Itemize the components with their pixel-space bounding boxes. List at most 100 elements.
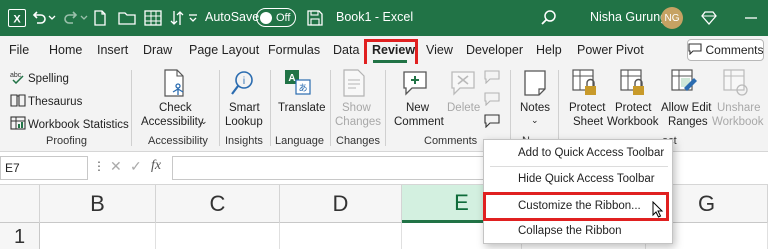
column-header-b[interactable]: B — [40, 185, 156, 223]
group-divider — [385, 70, 386, 146]
tab-power-pivot[interactable]: Power Pivot — [577, 43, 644, 57]
translate-button[interactable]: Translate — [278, 101, 326, 115]
thesaurus-button[interactable]: Thesaurus — [28, 95, 82, 109]
group-divider — [219, 70, 220, 146]
show-changes-label-2[interactable]: Changes — [335, 115, 381, 129]
new-file-icon[interactable] — [92, 6, 108, 30]
toggle-knob — [260, 11, 272, 24]
show-changes-label-1[interactable]: Show — [342, 101, 371, 115]
new-comment-label-2[interactable]: Comment — [394, 115, 444, 129]
group-divider — [558, 70, 559, 146]
chevron-down-icon[interactable] — [80, 6, 88, 30]
show-changes-icon — [341, 68, 369, 101]
spelling-button[interactable]: Spelling — [28, 72, 69, 86]
unshare-workbook-label-1[interactable]: Unshare — [717, 101, 760, 115]
protect-sheet-label-2[interactable]: Sheet — [573, 115, 603, 129]
group-divider — [510, 70, 511, 146]
notes-icon — [522, 68, 548, 101]
next-comment-icon[interactable] — [484, 92, 500, 109]
cancel-icon[interactable]: ✕ — [110, 158, 122, 175]
undo-icon[interactable] — [30, 6, 48, 30]
smart-lookup-icon: i — [229, 68, 255, 101]
group-label-insights: Insights — [225, 135, 263, 147]
previous-comment-icon[interactable] — [484, 70, 500, 87]
save-icon[interactable] — [306, 6, 324, 30]
excel-app-icon: X — [6, 6, 28, 30]
unshare-workbook-label-2[interactable]: Workbook — [712, 115, 764, 129]
group-divider — [131, 70, 132, 146]
tab-insert[interactable]: Insert — [97, 43, 128, 57]
menu-item-add-to-qat[interactable]: Add to Quick Access Toolbar — [518, 147, 664, 159]
tab-developer[interactable]: Developer — [466, 43, 523, 57]
tab-draw[interactable]: Draw — [143, 43, 172, 57]
cell[interactable] — [40, 223, 156, 249]
customize-ribbon-highlight — [483, 192, 669, 221]
svg-text:i: i — [243, 76, 245, 87]
diamond-icon[interactable] — [700, 6, 718, 30]
group-divider — [330, 70, 331, 146]
workbook-statistics-button[interactable]: Workbook Statistics — [28, 118, 129, 132]
allow-edit-ranges-icon — [670, 68, 698, 101]
delete-comment-button[interactable]: Delete — [447, 101, 480, 115]
protect-sheet-icon — [571, 68, 599, 101]
customize-qat-icon[interactable] — [188, 6, 198, 30]
translate-icon: Aあ — [284, 68, 312, 101]
title-bar: X AutoSave Off Book1 - Excel Nisha Gurun… — [0, 0, 768, 36]
open-folder-icon[interactable] — [118, 6, 136, 30]
chevron-down-icon[interactable]: ⌄ — [531, 113, 539, 127]
smart-lookup-label-1[interactable]: Smart — [229, 101, 260, 115]
spelling-icon: abc — [10, 70, 26, 87]
column-header-c[interactable]: C — [156, 185, 280, 223]
group-label-language: Language — [275, 135, 324, 147]
select-all-corner[interactable] — [0, 185, 40, 223]
protect-workbook-label-2[interactable]: Workbook — [607, 115, 659, 129]
row-header-1[interactable]: 1 — [0, 223, 40, 249]
check-accessibility-label-2[interactable]: Accessibility — [141, 115, 204, 129]
tab-formulas[interactable]: Formulas — [268, 43, 320, 57]
smart-lookup-label-2[interactable]: Lookup — [225, 115, 263, 129]
check-accessibility-icon — [162, 68, 188, 101]
insert-function-icon[interactable]: fx — [151, 158, 161, 174]
check-accessibility-label-1[interactable]: Check — [159, 101, 192, 115]
tab-home[interactable]: Home — [49, 43, 82, 57]
sort-icon[interactable] — [170, 6, 184, 30]
tab-help[interactable]: Help — [536, 43, 562, 57]
avatar[interactable]: NG — [661, 7, 683, 29]
menu-item-collapse-ribbon[interactable]: Collapse the Ribbon — [518, 225, 622, 237]
search-icon[interactable] — [540, 6, 558, 30]
cell[interactable] — [156, 223, 280, 249]
more-options-icon[interactable]: ⋮ — [93, 159, 105, 173]
comments-button[interactable]: Comments — [687, 39, 764, 61]
tab-data[interactable]: Data — [333, 43, 359, 57]
protect-workbook-icon — [619, 68, 647, 101]
allow-edit-ranges-label-2[interactable]: Ranges — [668, 115, 708, 129]
user-name: Nisha Gurung — [590, 10, 668, 24]
minimize-icon[interactable] — [744, 6, 758, 30]
tab-page-layout[interactable]: Page Layout — [189, 43, 259, 57]
autosave-toggle[interactable]: Off — [256, 8, 296, 27]
mouse-cursor-icon — [652, 200, 664, 222]
name-box[interactable]: E7 — [0, 156, 88, 180]
tab-file[interactable]: File — [9, 43, 29, 57]
new-comment-label-1[interactable]: New — [406, 101, 429, 115]
group-divider — [270, 70, 271, 146]
protect-workbook-label-1[interactable]: Protect — [615, 101, 651, 115]
group-label-proofing: Proofing — [46, 135, 87, 147]
show-comments-icon[interactable] — [484, 114, 500, 131]
protect-sheet-label-1[interactable]: Protect — [569, 101, 605, 115]
tab-view[interactable]: View — [426, 43, 453, 57]
redo-icon[interactable] — [62, 6, 80, 30]
formula-input[interactable] — [172, 156, 492, 180]
workbook-statistics-icon — [10, 116, 26, 133]
chevron-down-icon[interactable] — [48, 6, 56, 30]
menu-item-hide-qat[interactable]: Hide Quick Access Toolbar — [518, 173, 655, 185]
svg-text:X: X — [13, 14, 21, 26]
chevron-down-icon[interactable]: ⌄ — [200, 114, 208, 128]
enter-icon[interactable]: ✓ — [130, 158, 142, 175]
review-tab-highlight — [364, 39, 418, 67]
cell[interactable] — [280, 223, 402, 249]
column-header-d[interactable]: D — [280, 185, 402, 223]
allow-edit-ranges-label-1[interactable]: Allow Edit — [661, 101, 712, 115]
svg-text:A: A — [288, 73, 295, 84]
table-grid-icon[interactable] — [144, 6, 162, 30]
